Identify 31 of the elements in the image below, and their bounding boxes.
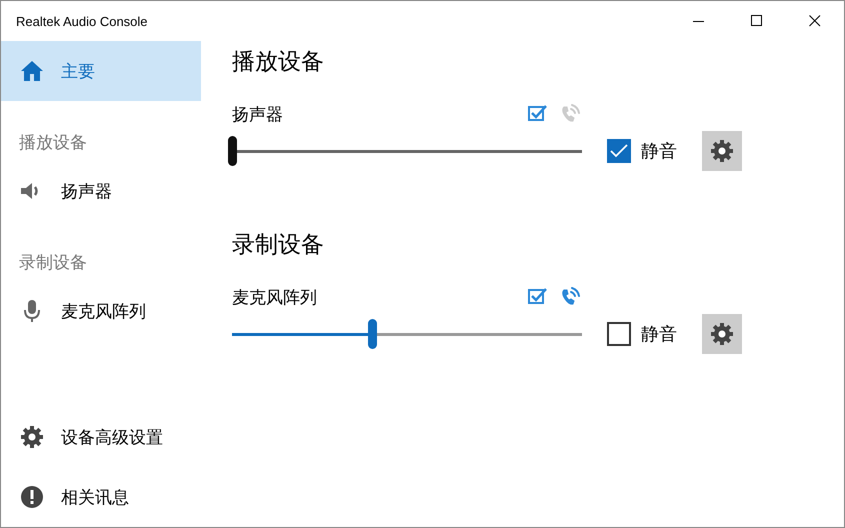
settings-icon [20,425,44,449]
sidebar-item[interactable]: 麦克风阵列 [1,281,201,341]
window-title: Realtek Audio Console [15,14,148,28]
settings-icon [710,322,734,346]
close-icon [809,15,821,27]
slider-thumb[interactable] [228,136,237,166]
volume-slider[interactable] [232,319,582,349]
device-name: 扬声器 [232,104,283,126]
checkbox-icon[interactable] [528,104,548,122]
phone-icon[interactable] [560,287,580,307]
sidebar-heading: 播放设备 [19,132,87,154]
section-title: 录制设备 [232,231,325,260]
home-icon [20,60,44,82]
sidebar-item[interactable]: 扬声器 [1,161,201,221]
checkmark-icon [610,144,628,158]
slider-thumb[interactable] [368,319,377,349]
sidebar-item[interactable]: 相关讯息 [1,467,201,527]
info-icon [20,485,44,509]
sidebar-item[interactable]: 设备高级设置 [1,407,201,467]
settings-icon [710,139,734,163]
mute-checkbox[interactable]: 静音 [607,322,677,346]
settings-button[interactable] [702,314,742,354]
device-name: 麦克风阵列 [232,286,317,308]
maximize-icon [751,15,763,27]
checkbox-icon[interactable] [528,287,548,305]
mute-checkbox[interactable]: 静音 [607,139,677,163]
section-title: 播放设备 [232,48,325,77]
sidebar-heading: 录制设备 [19,252,87,274]
sidebar-item[interactable]: 主要 [1,41,201,101]
microphone-icon [23,299,41,323]
settings-button[interactable] [702,131,742,171]
